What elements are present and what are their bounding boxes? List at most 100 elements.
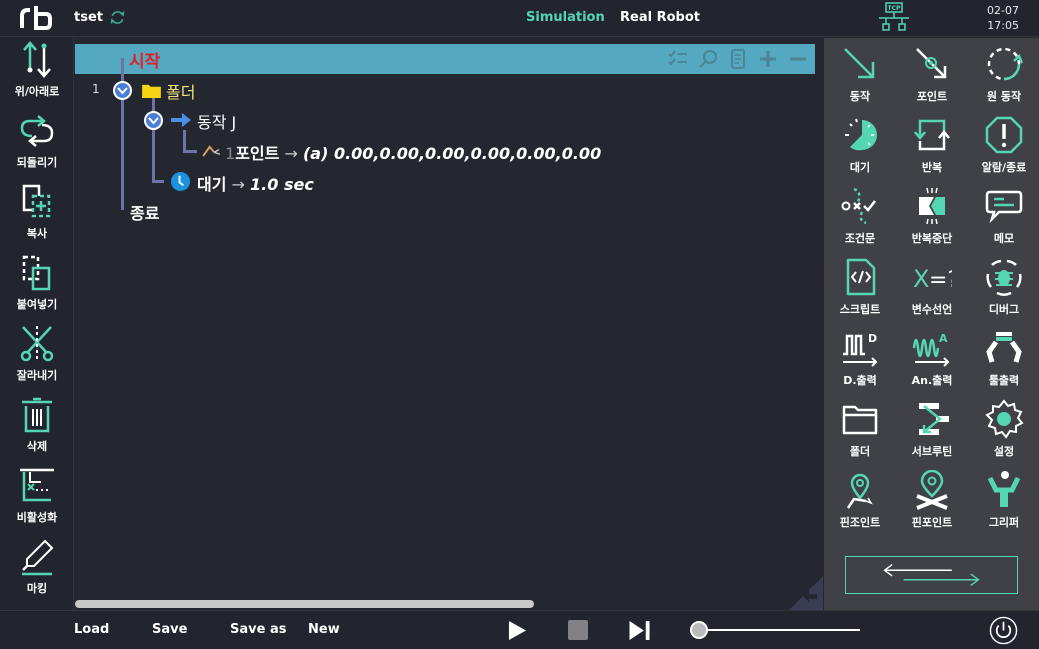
point-node[interactable]: 1포인트 → (a) 0.00,0.00,0.00,0.00,0.00,0.00 xyxy=(225,140,601,164)
move-node[interactable]: 동작 J xyxy=(197,109,236,133)
wait-timer-icon xyxy=(845,118,877,151)
speed-slider-track[interactable] xyxy=(700,629,860,631)
palette-item-label: 핀포인트 xyxy=(911,516,953,529)
palette-item-gripper[interactable]: 그리퍼 xyxy=(968,466,1039,536)
palette-item-script[interactable]: 스크립트 xyxy=(824,253,896,323)
palette-item-label: 알람/종료 xyxy=(981,161,1027,174)
edit-toolbar: 위/아래로 되돌리기 복사 붙여넣기 잘라내기 삭제 비활성화 마킹 xyxy=(0,38,74,610)
palette-item-move-arrow[interactable]: 동작 xyxy=(824,40,896,110)
palette-item-pin-point[interactable]: 핀포인트 xyxy=(896,466,968,536)
end-label[interactable]: 종료 xyxy=(130,200,159,224)
step-forward-icon[interactable] xyxy=(628,620,652,641)
horizontal-scrollbar[interactable] xyxy=(75,600,534,608)
speed-slider-knob[interactable] xyxy=(690,621,708,639)
pin-point-icon xyxy=(916,470,948,510)
tcp-label: TCP xyxy=(888,5,901,12)
mode-real-robot-tab[interactable]: Real Robot xyxy=(620,10,700,25)
palette-item-label: 반복 xyxy=(921,161,943,174)
tcp-network-icon[interactable]: TCP xyxy=(876,2,912,34)
palette-item-label: 그리퍼 xyxy=(988,516,1020,529)
row-number: 1 xyxy=(92,82,100,96)
collapse-move-button[interactable] xyxy=(144,111,163,130)
tree-line-move-branch xyxy=(183,150,197,153)
tree-line-folder-branch xyxy=(152,180,164,183)
chevron-down-icon xyxy=(148,117,159,125)
save-as-button[interactable]: Save as xyxy=(230,622,286,637)
palette-item-variable[interactable]: X=? 변수선언 xyxy=(896,253,968,323)
plus-icon[interactable] xyxy=(757,48,779,70)
palette-item-debug[interactable]: 디버그 xyxy=(968,253,1039,323)
load-button[interactable]: Load xyxy=(74,622,109,637)
move-arrow-icon xyxy=(844,48,875,79)
palette-item-label: 서브루틴 xyxy=(911,445,953,458)
palette-item-folder[interactable]: 폴더 xyxy=(824,395,896,465)
row-tools xyxy=(667,48,809,70)
stop-icon[interactable] xyxy=(568,620,588,640)
marking-button[interactable]: 마킹 xyxy=(0,537,74,607)
disable-icon xyxy=(20,468,54,502)
save-button[interactable]: Save xyxy=(152,622,187,637)
minus-icon[interactable] xyxy=(787,48,809,70)
palette-item-circular-move[interactable]: 원 동작 xyxy=(968,40,1039,110)
folder-icon xyxy=(142,84,161,98)
collapse-folder-button[interactable] xyxy=(113,81,132,100)
undo-redo-label: 되돌리기 xyxy=(16,156,58,169)
palette-item-break[interactable]: 반복중단 xyxy=(896,182,968,252)
project-name: tset xyxy=(74,10,103,25)
move-up-down-button[interactable]: 위/아래로 xyxy=(0,40,74,110)
variable-icon: X=? xyxy=(913,265,952,293)
palette-item-label: 핀조인트 xyxy=(839,516,881,529)
power-icon[interactable] xyxy=(989,616,1018,645)
palette-item-condition[interactable]: 조건문 xyxy=(824,182,896,252)
palette-item-point[interactable]: 포인트 xyxy=(896,40,968,110)
cut-label: 잘라내기 xyxy=(16,369,58,382)
start-row[interactable]: 시작 xyxy=(75,44,815,74)
palette-item-label: 디버그 xyxy=(988,303,1020,316)
paste-icon xyxy=(22,255,51,291)
search-icon[interactable] xyxy=(697,48,719,70)
wait-node[interactable]: 대기 → 1.0 sec xyxy=(197,171,314,195)
point-label: 포인트 xyxy=(235,144,280,163)
palette-item-subroutine[interactable]: 서브루틴 xyxy=(896,395,968,465)
palette-item-pin-joint[interactable]: 핀조인트 xyxy=(824,466,896,536)
copy-button[interactable]: 복사 xyxy=(0,182,74,252)
paste-button[interactable]: 붙여넣기 xyxy=(0,253,74,323)
checklist-icon[interactable] xyxy=(667,48,689,70)
svg-text:A: A xyxy=(939,332,948,345)
palette-item-settings[interactable]: 설정 xyxy=(968,395,1039,465)
play-icon[interactable] xyxy=(508,620,527,641)
swap-panel-button[interactable] xyxy=(845,556,1018,594)
swap-arrows-icon xyxy=(883,564,980,586)
folder-node[interactable]: 폴더 xyxy=(166,79,195,103)
palette-item-wait-timer[interactable]: 대기 xyxy=(824,111,896,181)
palette-item-analog-out[interactable]: A An.출력 xyxy=(896,324,968,394)
collapse-panel-tab[interactable] xyxy=(777,576,823,610)
undo-redo-button[interactable]: 되돌리기 xyxy=(0,111,74,181)
disable-button[interactable]: 비활성화 xyxy=(0,466,74,536)
bottom-bar: Load Save Save as New xyxy=(0,610,1039,649)
copy-label: 복사 xyxy=(26,227,48,240)
palette-item-repeat[interactable]: 반복 xyxy=(896,111,968,181)
palette-item-memo[interactable]: 메모 xyxy=(968,182,1039,252)
svg-text:X: X xyxy=(913,265,929,293)
circular-move-icon xyxy=(987,47,1024,81)
cut-button[interactable]: 잘라내기 xyxy=(0,324,74,394)
refresh-icon[interactable] xyxy=(109,9,126,26)
pin-joint-icon xyxy=(846,473,873,509)
start-label: 시작 xyxy=(129,52,161,72)
palette-item-label: 스크립트 xyxy=(839,303,881,316)
marking-label: 마킹 xyxy=(26,582,48,595)
palette-item-label: 설정 xyxy=(993,445,1015,458)
palette-item-label: 동작 xyxy=(849,90,871,103)
new-button[interactable]: New xyxy=(308,622,340,637)
palette-item-digital-out[interactable]: D D.출력 xyxy=(824,324,896,394)
palette-item-tool-out[interactable]: 툴출력 xyxy=(968,324,1039,394)
mode-simulation-tab[interactable]: Simulation xyxy=(526,10,605,25)
svg-text:=?: =? xyxy=(929,268,952,293)
document-icon[interactable] xyxy=(727,48,749,70)
palette-item-label: 조건문 xyxy=(844,232,876,245)
script-icon xyxy=(846,258,876,296)
gripper-icon xyxy=(987,471,1021,507)
palette-item-alarm-stop[interactable]: 알람/종료 xyxy=(968,111,1039,181)
delete-button[interactable]: 삭제 xyxy=(0,395,74,465)
